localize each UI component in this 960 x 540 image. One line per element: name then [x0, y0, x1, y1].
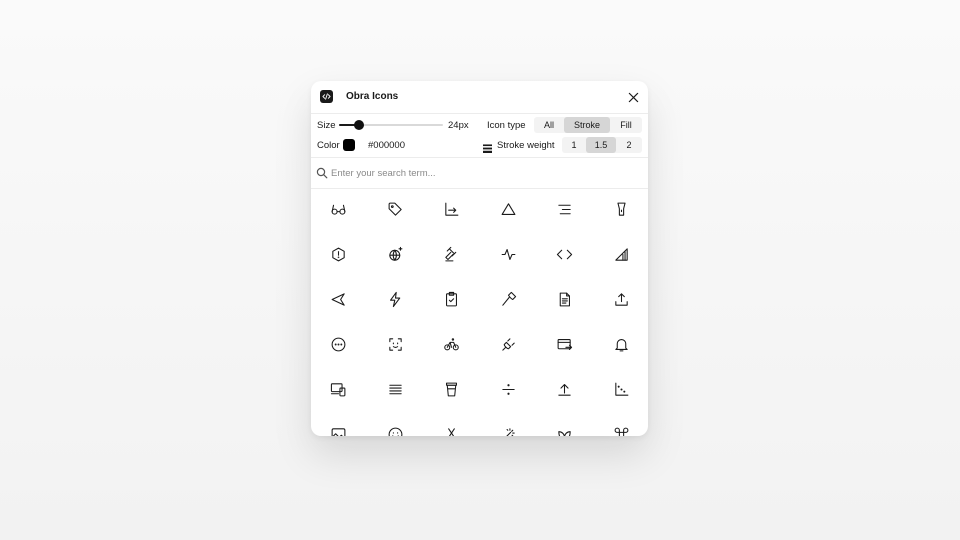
scatter-chart-icon[interactable]	[601, 369, 641, 409]
send-icon[interactable]	[318, 279, 358, 319]
clipboard-check-icon[interactable]	[431, 279, 471, 319]
stroke-weight-icon	[483, 140, 492, 158]
stroke-weight-segmented: 1 1.5 2	[562, 137, 642, 153]
size-slider[interactable]	[339, 120, 443, 130]
search-icon	[316, 166, 328, 184]
leaf-icon[interactable]	[544, 414, 584, 436]
code-icon[interactable]	[544, 234, 584, 274]
signal-icon[interactable]	[601, 234, 641, 274]
coffee-cup-icon[interactable]	[431, 369, 471, 409]
plug-icon[interactable]	[488, 324, 528, 364]
stroke-weight-1[interactable]: 1	[562, 137, 586, 153]
globe-sparkle-icon[interactable]	[375, 234, 415, 274]
magic-wand-icon[interactable]	[488, 414, 528, 436]
bicycle-icon[interactable]	[431, 324, 471, 364]
bell-icon[interactable]	[601, 324, 641, 364]
icon-type-stroke[interactable]: Stroke	[564, 117, 610, 133]
title-bar: Obra Icons	[311, 81, 648, 114]
flashlight-icon[interactable]	[601, 189, 641, 229]
size-label: Size	[317, 120, 336, 131]
face-scan-icon[interactable]	[375, 324, 415, 364]
image-box-icon[interactable]	[318, 414, 358, 436]
command-icon[interactable]	[601, 414, 641, 436]
search-input[interactable]	[331, 165, 631, 181]
gavel-icon[interactable]	[431, 234, 471, 274]
devices-icon[interactable]	[318, 369, 358, 409]
color-swatch[interactable]	[343, 139, 355, 151]
code-logo-icon	[320, 90, 333, 103]
divide-icon[interactable]	[488, 369, 528, 409]
align-right-icon[interactable]	[544, 189, 584, 229]
axe-icon[interactable]	[488, 279, 528, 319]
stroke-weight-1-5[interactable]: 1.5	[586, 137, 616, 153]
size-slider-thumb[interactable]	[353, 120, 364, 130]
chart-axis-icon[interactable]	[431, 189, 471, 229]
triangle-icon[interactable]	[488, 189, 528, 229]
stroke-weight-2[interactable]: 2	[616, 137, 642, 153]
card-transfer-icon[interactable]	[544, 324, 584, 364]
arrow-up-bar-icon[interactable]	[544, 369, 584, 409]
icon-type-label: Icon type	[487, 120, 526, 131]
glasses-icon[interactable]	[318, 189, 358, 229]
size-value: 24px	[448, 120, 469, 131]
smile-icon[interactable]	[375, 414, 415, 436]
tag-icon[interactable]	[375, 189, 415, 229]
close-icon[interactable]	[626, 90, 640, 104]
obra-icons-panel: Obra Icons Size 24px Icon type All Strok…	[311, 81, 648, 436]
search-bar	[311, 158, 648, 188]
upload-icon[interactable]	[601, 279, 641, 319]
lightning-icon[interactable]	[375, 279, 415, 319]
alert-hexagon-icon[interactable]	[318, 234, 358, 274]
file-text-icon[interactable]	[544, 279, 584, 319]
stroke-weight-label: Stroke weight	[497, 140, 555, 151]
icon-type-fill[interactable]: Fill	[610, 117, 642, 133]
icon-type-segmented: All Stroke Fill	[534, 117, 642, 133]
icon-type-all[interactable]: All	[534, 117, 564, 133]
scissors-icon[interactable]	[431, 414, 471, 436]
divider	[311, 188, 648, 189]
color-value[interactable]: #000000	[368, 140, 405, 151]
activity-icon[interactable]	[488, 234, 528, 274]
app-title: Obra Icons	[346, 91, 399, 102]
dots-circle-icon[interactable]	[318, 324, 358, 364]
align-justify-icon[interactable]	[375, 369, 415, 409]
color-label: Color	[317, 140, 340, 151]
